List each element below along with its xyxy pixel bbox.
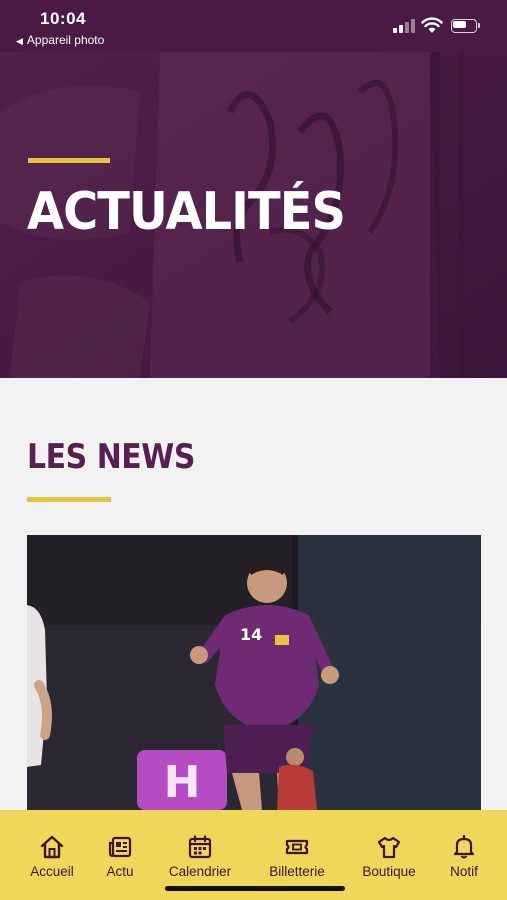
ticket-icon	[285, 839, 309, 855]
home-indicator	[165, 886, 345, 891]
tab-label: Calendrier	[168, 864, 232, 879]
tab-label: Accueil	[30, 864, 74, 879]
tab-label: Actu	[106, 864, 134, 879]
tab-label: Billetterie	[269, 864, 325, 879]
back-app-label: Appareil photo	[26, 33, 105, 47]
news-section-accent-line	[27, 497, 111, 502]
tab-accueil[interactable]: Accueil	[22, 834, 82, 879]
bell-icon	[453, 834, 475, 859]
news-card-image: H 14	[27, 535, 481, 810]
tab-label: Boutique	[362, 864, 416, 879]
calendar-icon	[188, 835, 212, 859]
tab-label: Notif	[450, 864, 478, 879]
tab-billetterie[interactable]: Billetterie	[258, 834, 336, 879]
clock: 10:04	[40, 9, 86, 28]
player-number: 14	[240, 625, 262, 644]
cellular-signal-icon	[393, 19, 417, 33]
tab-boutique[interactable]: Boutique	[354, 834, 424, 879]
news-card[interactable]: H 14	[27, 535, 481, 810]
tab-notif[interactable]: Notif	[440, 834, 488, 879]
hero-banner: ACTUALITÉS	[0, 52, 507, 378]
tab-calendrier[interactable]: Calendrier	[160, 834, 240, 879]
wifi-icon	[421, 17, 443, 33]
back-arrow-icon: ◀	[16, 36, 23, 46]
newspaper-icon	[108, 836, 132, 858]
home-icon	[40, 835, 64, 859]
page-title: ACTUALITÉS	[27, 182, 346, 242]
battery-icon	[451, 19, 481, 33]
news-section-title: LES NEWS	[27, 437, 195, 477]
tab-actu[interactable]: Actu	[96, 834, 144, 879]
hero-accent-line	[28, 158, 110, 163]
status-bar: 10:04 ◀ Appareil photo	[0, 0, 507, 52]
svg-text:H: H	[164, 757, 201, 808]
shirt-icon	[377, 836, 401, 859]
back-to-app-link[interactable]: ◀ Appareil photo	[16, 33, 104, 47]
